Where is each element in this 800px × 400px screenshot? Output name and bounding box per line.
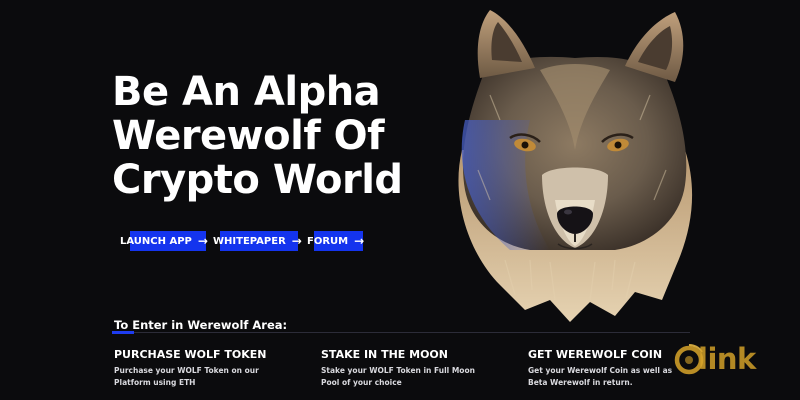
section-divider-accent: [112, 331, 134, 334]
hero-title-line-3: Crypto World: [112, 157, 403, 203]
hero-title: Be An Alpha Werewolf Of Crypto World: [112, 70, 452, 202]
launch-app-label: LAUNCH APP: [120, 235, 192, 247]
section-divider: [112, 332, 690, 333]
whitepaper-label: WHITEPAPER: [213, 235, 286, 247]
arrow-right-icon: →: [354, 234, 365, 248]
forum-button[interactable]: FORUM →: [307, 231, 364, 251]
section-heading: To Enter in Werewolf Area:: [114, 318, 288, 332]
feature-title: STAKE IN THE MOON: [321, 348, 448, 361]
wolf-head-illustration: [458, 10, 693, 322]
feature-description: Purchase your WOLF Token on our Platform…: [114, 366, 259, 387]
watermark-text: link: [698, 342, 756, 376]
launch-app-button[interactable]: LAUNCH APP →: [120, 231, 208, 251]
hero-title-line-1: Be An Alpha: [112, 69, 381, 115]
feature-description: Get your Werewolf Coin as well as Beta W…: [528, 366, 673, 387]
forum-label: FORUM: [307, 235, 349, 247]
whitepaper-button[interactable]: WHITEPAPER →: [213, 231, 302, 251]
feature-description: Stake your WOLF Token in Full Moon Pool …: [321, 366, 475, 387]
hero-title-line-2: Werewolf Of: [112, 113, 385, 159]
feature-title: PURCHASE WOLF TOKEN: [114, 348, 267, 361]
feature-stake-in-the-moon: STAKE IN THE MOON Stake your WOLF Token …: [321, 348, 511, 389]
arrow-right-icon: →: [197, 234, 208, 248]
olink-watermark: link: [674, 342, 766, 376]
feature-purchase-wolf-token: PURCHASE WOLF TOKEN Purchase your WOLF T…: [114, 348, 304, 389]
landing-page: Be An Alpha Werewolf Of Crypto World LAU…: [0, 0, 800, 400]
arrow-right-icon: →: [291, 234, 302, 248]
